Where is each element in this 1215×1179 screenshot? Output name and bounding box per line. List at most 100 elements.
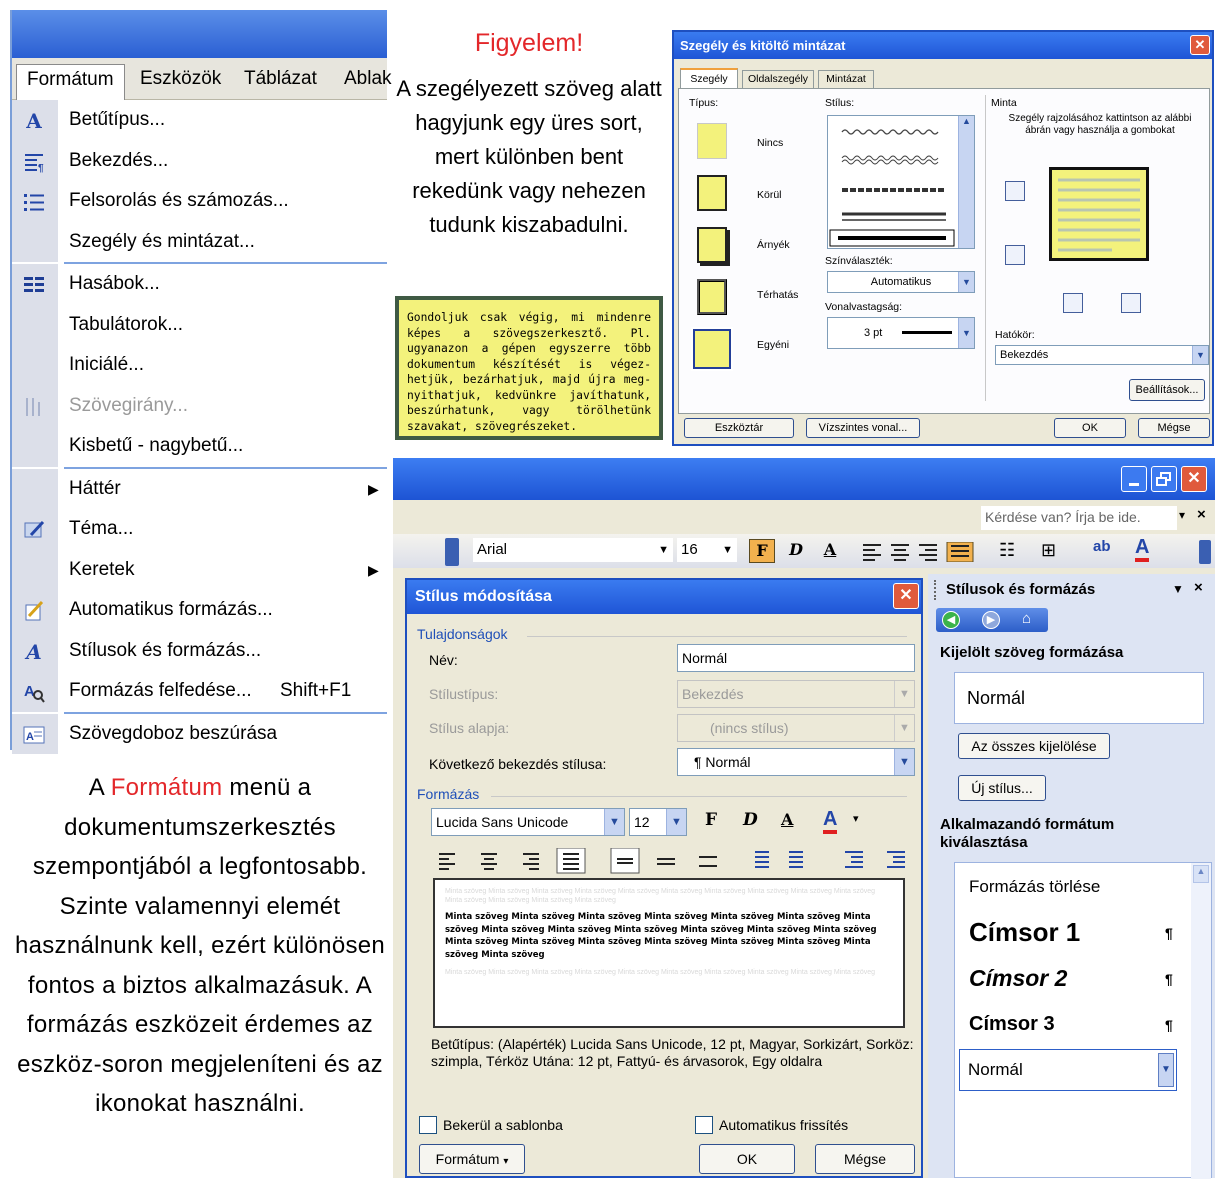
- menu-formatum[interactable]: Formátum: [16, 64, 125, 100]
- right-border-icon[interactable]: [1121, 293, 1141, 313]
- style-heading-3[interactable]: Címsor 3: [969, 1013, 1055, 1036]
- type-box-swatch[interactable]: [697, 175, 727, 211]
- chevron-down-icon[interactable]: ▲: [958, 116, 974, 248]
- based-on-label: Stílus alapja:: [429, 720, 510, 736]
- menu-item-dropcap[interactable]: Iniciálé...: [12, 345, 387, 386]
- menu-eszkozok[interactable]: Eszközök: [130, 64, 231, 94]
- underline-button[interactable]: A: [781, 810, 793, 829]
- format-dropdown-button[interactable]: Formátum ▾: [419, 1144, 525, 1174]
- apply-to-select[interactable]: Bekezdés ▼: [995, 345, 1209, 365]
- menu-item-bullets[interactable]: Felsorolás és számozás...: [12, 181, 387, 222]
- menu-item-font[interactable]: A Betűtípus...: [12, 100, 387, 141]
- cancel-button[interactable]: Mégse: [815, 1144, 915, 1174]
- menu-item-styles[interactable]: A Stílusok és formázás...: [12, 630, 387, 671]
- next-style-select[interactable]: ¶ Normál ▼: [677, 748, 915, 776]
- toolbar-grip-icon[interactable]: [445, 538, 459, 566]
- horizontal-line-button[interactable]: Vízszintes vonal...: [806, 418, 920, 438]
- menu-item-borders[interactable]: Szegély és mintázat...: [12, 221, 387, 262]
- font-select[interactable]: Lucida Sans Unicode ▼: [431, 808, 625, 836]
- sample-text: Minta szöveg: [511, 937, 575, 947]
- inner-border-icon[interactable]: [1005, 245, 1025, 265]
- tab-shading[interactable]: Mintázat: [818, 70, 874, 88]
- type-shadow-label: Árnyék: [757, 239, 790, 251]
- help-search-input[interactable]: Kérdése van? Írja be ide.: [981, 506, 1177, 530]
- menu-item-insert-textbox[interactable]: A Szövegdoboz beszúrása: [12, 713, 387, 754]
- select-all-button[interactable]: Az összes kijelölése: [958, 733, 1110, 759]
- menu-item-frames[interactable]: Keretek ▶: [12, 549, 387, 590]
- bold-button[interactable]: F: [749, 539, 775, 563]
- restore-icon[interactable]: [1151, 466, 1177, 492]
- borders-icon[interactable]: ⊞: [1041, 540, 1056, 561]
- options-button[interactable]: Beállítások...: [1129, 379, 1205, 401]
- close-icon[interactable]: ✕: [1190, 35, 1210, 55]
- font-color-icon[interactable]: A: [823, 808, 838, 834]
- menu-item-tabs[interactable]: Tabulátorok...: [12, 304, 387, 345]
- type-custom-swatch[interactable]: [691, 327, 733, 371]
- line-style-list[interactable]: ▲: [827, 115, 975, 249]
- left-border-icon[interactable]: [1063, 293, 1083, 313]
- style-normal[interactable]: Normál ▼: [959, 1049, 1177, 1091]
- autoupdate-checkbox[interactable]: [695, 1116, 713, 1134]
- selected-format-heading: Kijelölt szöveg formázása: [940, 644, 1124, 661]
- template-checkbox[interactable]: [419, 1116, 437, 1134]
- bold-button[interactable]: F: [705, 810, 717, 830]
- line-width-select[interactable]: 3 pt ▼: [827, 317, 975, 349]
- ok-button[interactable]: OK: [699, 1144, 795, 1174]
- color-select[interactable]: Automatikus ▼: [827, 271, 975, 293]
- name-input[interactable]: Normál: [677, 644, 915, 672]
- style-clear-formatting[interactable]: Formázás törlése: [969, 877, 1100, 897]
- font-color-icon[interactable]: A: [1135, 536, 1150, 562]
- chevron-down-icon[interactable]: ▼: [1172, 582, 1184, 596]
- tab-page-border[interactable]: Oldalszegély: [742, 70, 814, 88]
- forward-icon[interactable]: ▶: [982, 611, 1000, 629]
- new-style-button[interactable]: Új stílus...: [958, 775, 1046, 801]
- close-icon[interactable]: ✕: [893, 583, 919, 609]
- numbering-icon[interactable]: ☷: [999, 540, 1015, 561]
- menu-item-theme[interactable]: Téma...: [12, 509, 387, 550]
- sample-text: Minta szöveg: [488, 896, 530, 904]
- sample-text: Minta szöveg: [531, 888, 573, 895]
- menu-item-reveal-formatting[interactable]: A Formázás felfedése... Shift+F1: [12, 671, 387, 712]
- back-icon[interactable]: ◀: [942, 611, 960, 629]
- close-icon[interactable]: ✕: [1181, 466, 1207, 492]
- toolbar-button[interactable]: Eszköztár: [684, 418, 794, 438]
- style-heading-1[interactable]: Címsor 1: [969, 917, 1080, 948]
- menu-item-autoformat[interactable]: Automatikus formázás...: [12, 590, 387, 631]
- italic-button[interactable]: D: [785, 539, 807, 563]
- sample-text: Minta szöveg: [445, 969, 487, 976]
- menu-item-columns[interactable]: Hasábok...: [12, 264, 387, 305]
- border-preview[interactable]: [1049, 167, 1149, 261]
- menu-item-background[interactable]: Háttér ▶: [12, 468, 387, 509]
- font-size-select[interactable]: 16 ▼: [677, 538, 737, 562]
- scrollbar[interactable]: ▲: [1191, 863, 1211, 1179]
- underline-button[interactable]: A: [819, 539, 841, 563]
- highlight-icon[interactable]: ab: [1093, 538, 1111, 555]
- font-name-select[interactable]: Arial ▼: [473, 538, 673, 562]
- chevron-up-icon[interactable]: ▲: [1193, 865, 1209, 883]
- type-none-swatch[interactable]: [697, 123, 727, 159]
- pane-grip-icon[interactable]: [934, 580, 938, 600]
- chevron-down-icon[interactable]: ▼: [1158, 1053, 1174, 1087]
- type-3d-swatch[interactable]: [697, 279, 727, 315]
- top-border-icon[interactable]: [1005, 181, 1025, 201]
- template-checkbox-label: Bekerül a sablonba: [443, 1117, 563, 1133]
- type-shadow-swatch[interactable]: [697, 227, 727, 263]
- menu-ablak[interactable]: Ablak: [334, 64, 402, 94]
- size-select[interactable]: 12 ▼: [629, 808, 687, 836]
- toolbar-grip-icon[interactable]: [1199, 540, 1211, 564]
- close-icon[interactable]: ×: [1197, 506, 1206, 523]
- italic-button[interactable]: D: [743, 810, 758, 830]
- cancel-button[interactable]: Mégse: [1138, 418, 1210, 438]
- minimize-icon[interactable]: [1121, 466, 1147, 492]
- close-icon[interactable]: ×: [1194, 579, 1203, 596]
- chevron-down-icon[interactable]: ▾: [1179, 508, 1185, 522]
- chevron-down-icon[interactable]: ▾: [853, 812, 859, 825]
- sample-text: Minta szöveg: [833, 888, 876, 895]
- ok-button[interactable]: OK: [1054, 418, 1126, 438]
- menu-item-change-case[interactable]: Kisbetű - nagybetű...: [12, 426, 387, 467]
- menu-item-paragraph[interactable]: ¶ Bekezdés...: [12, 140, 387, 181]
- home-icon[interactable]: ⌂: [1022, 610, 1031, 627]
- menu-tablazat[interactable]: Táblázat: [234, 64, 327, 94]
- style-heading-2[interactable]: Címsor 2: [969, 965, 1067, 992]
- tab-borders[interactable]: Szegély: [680, 68, 738, 88]
